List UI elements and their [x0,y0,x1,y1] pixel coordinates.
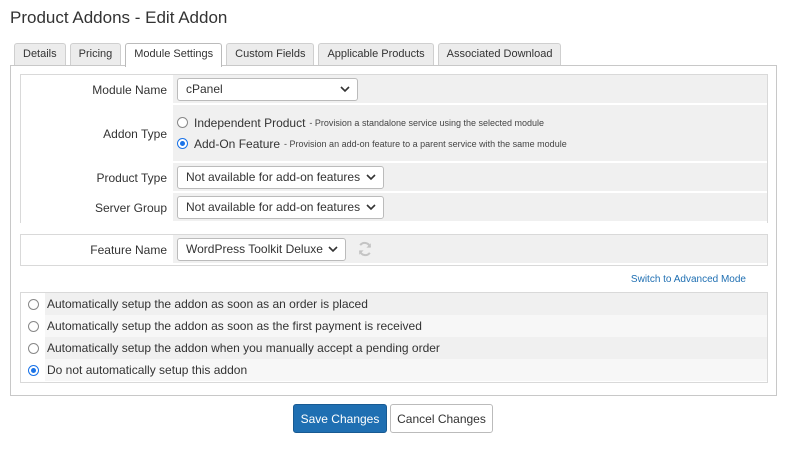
tab-applicable-products[interactable]: Applicable Products [318,43,434,65]
server-group-value: Not available for add-on features [186,200,361,214]
product-type-label: Product Type [21,163,173,193]
chevron-down-icon [328,246,338,253]
product-type-value: Not available for add-on features [186,170,361,184]
independent-product-label: Independent Product [194,115,306,130]
auto-setup-radio[interactable] [27,320,39,332]
tab-custom-fields[interactable]: Custom Fields [226,43,315,65]
server-group-label: Server Group [21,193,173,223]
chevron-down-icon [366,204,376,211]
addon-type-label: Addon Type [21,105,173,163]
auto-setup-label: Automatically setup the addon as soon as… [45,293,767,315]
auto-setup-option[interactable]: Do not automatically setup this addon [21,359,767,381]
page-title: Product Addons - Edit Addon [10,8,228,27]
addon-type-feature-option[interactable]: Add-On Feature - Provision an add-on fea… [177,137,567,151]
auto-setup-option[interactable]: Automatically setup the addon when you m… [21,337,767,359]
chevron-down-icon [366,174,376,181]
addon-feature-label: Add-On Feature [194,136,281,151]
independent-product-description: - Provision a standalone service using t… [309,117,545,128]
tab-details[interactable]: Details [14,43,66,65]
module-name-value: cPanel [186,82,223,96]
addon-type-independent-option[interactable]: Independent Product - Provision a standa… [177,116,544,130]
module-name-label: Module Name [21,75,173,105]
tab-bar: Details Pricing Module Settings Custom F… [14,43,565,67]
independent-product-radio[interactable] [177,117,188,128]
product-type-row: Product Type Not available for add-on fe… [21,163,767,193]
cancel-changes-button[interactable]: Cancel Changes [390,404,493,433]
module-config-box: Module Name cPanel Addon Type Independen… [20,74,768,223]
auto-setup-radio[interactable] [27,298,39,310]
module-settings-panel: Module Name cPanel Addon Type Independen… [10,65,777,396]
switch-advanced-mode-link[interactable]: Switch to Advanced Mode [631,274,746,285]
addon-feature-description: - Provision an add-on feature to a paren… [284,138,567,149]
auto-setup-option[interactable]: Automatically setup the addon as soon as… [21,315,767,337]
product-type-select[interactable]: Not available for add-on features [177,165,384,189]
auto-setup-label: Automatically setup the addon as soon as… [45,315,767,337]
auto-setup-label: Automatically setup the addon when you m… [45,337,767,359]
chevron-down-icon [340,86,350,93]
tab-pricing[interactable]: Pricing [69,43,122,65]
server-group-row: Server Group Not available for add-on fe… [21,193,767,223]
server-group-select[interactable]: Not available for add-on features [177,195,384,219]
auto-setup-options: Automatically setup the addon as soon as… [20,292,768,383]
feature-name-select[interactable]: WordPress Toolkit Deluxe [177,237,346,261]
addon-type-row: Addon Type Independent Product - Provisi… [21,105,767,163]
auto-setup-label: Do not automatically setup this addon [45,359,767,381]
feature-name-value: WordPress Toolkit Deluxe [186,242,323,256]
module-name-select[interactable]: cPanel [177,77,358,101]
auto-setup-radio[interactable] [27,364,39,376]
tab-module-settings[interactable]: Module Settings [125,43,223,67]
refresh-icon[interactable] [356,240,374,258]
feature-name-box: Feature Name WordPress Toolkit Deluxe [20,234,768,266]
addon-feature-radio[interactable] [177,138,188,149]
auto-setup-option[interactable]: Automatically setup the addon as soon as… [21,293,767,315]
auto-setup-radio[interactable] [27,342,39,354]
feature-name-row: Feature Name WordPress Toolkit Deluxe [21,235,767,265]
tab-associated-download[interactable]: Associated Download [437,43,562,65]
save-changes-button[interactable]: Save Changes [293,404,387,433]
feature-name-label: Feature Name [21,235,173,265]
module-name-row: Module Name cPanel [21,75,767,105]
